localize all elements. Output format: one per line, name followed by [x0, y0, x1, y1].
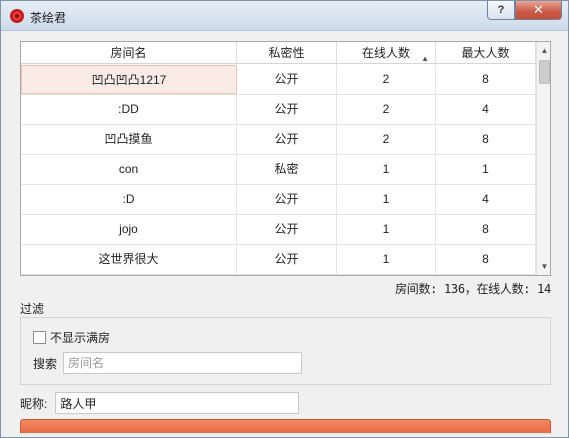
table-row[interactable]: 凹凸摸鱼 公开 2 8 — [21, 125, 536, 155]
scrollbar-thumb[interactable] — [539, 60, 550, 84]
table-row[interactable]: :D 公开 1 4 — [21, 185, 536, 215]
main-window: 茶绘君 ? ✕ 房间名 私密性 在线人数 ▲ 最大人数 凹凸凹凸1217 公开 … — [0, 0, 569, 438]
cell-max: 8 — [436, 125, 536, 154]
title-bar[interactable]: 茶绘君 ? ✕ — [1, 1, 568, 31]
cell-room-name: 这世界很大 — [21, 245, 237, 274]
cell-room-name: jojo — [21, 215, 237, 244]
search-label: 搜索 — [33, 356, 58, 371]
cell-privacy: 公开 — [237, 65, 337, 94]
nickname-label: 昵称: — [20, 396, 48, 411]
cell-max: 4 — [436, 185, 536, 214]
app-icon — [10, 9, 24, 23]
column-header-room-name[interactable]: 房间名 — [21, 42, 237, 64]
search-input[interactable] — [63, 352, 303, 374]
cell-online: 1 — [337, 155, 436, 184]
cell-privacy: 公开 — [237, 215, 337, 244]
table-row[interactable]: :DD 公开 2 4 — [21, 95, 536, 125]
cell-online: 1 — [337, 245, 436, 274]
filter-group: 不显示满房 搜索 — [20, 317, 551, 385]
window-title: 茶绘君 — [30, 11, 67, 25]
column-header-max[interactable]: 最大人数 — [436, 42, 536, 64]
join-button[interactable] — [20, 419, 551, 433]
cell-room-name: 凹凸凹凸1217 — [21, 65, 237, 94]
help-button[interactable]: ? — [487, 1, 515, 20]
vertical-scrollbar[interactable]: ▲ ▼ — [536, 42, 550, 275]
table-row[interactable]: con 私密 1 1 — [21, 155, 536, 185]
cell-room-name: 凹凸摸鱼 — [21, 125, 237, 154]
hide-full-option[interactable]: 不显示满房 — [33, 329, 110, 346]
table-row[interactable]: 这世界很大 公开 1 8 — [21, 245, 536, 275]
cell-max: 8 — [436, 245, 536, 274]
cell-privacy: 公开 — [237, 125, 337, 154]
cell-room-name: con — [21, 155, 237, 184]
client-area: 房间名 私密性 在线人数 ▲ 最大人数 凹凸凹凸1217 公开 2 8 :DD … — [2, 32, 567, 437]
cell-max: 4 — [436, 95, 536, 124]
cell-room-name: :DD — [21, 95, 237, 124]
cell-online: 1 — [337, 215, 436, 244]
filter-label: 过滤 — [20, 302, 45, 316]
column-header-online[interactable]: 在线人数 ▲ — [337, 42, 436, 64]
hide-full-label: 不显示满房 — [50, 331, 111, 345]
table-row[interactable]: jojo 公开 1 8 — [21, 215, 536, 245]
close-button[interactable]: ✕ — [515, 1, 562, 20]
cell-max: 1 — [436, 155, 536, 184]
table-header: 房间名 私密性 在线人数 ▲ 最大人数 — [21, 42, 536, 64]
nickname-input[interactable] — [55, 392, 300, 414]
cell-max: 8 — [436, 215, 536, 244]
cell-max: 8 — [436, 65, 536, 94]
nickname-row: 昵称: — [20, 392, 300, 414]
cell-online: 2 — [337, 95, 436, 124]
room-table: 房间名 私密性 在线人数 ▲ 最大人数 凹凸凹凸1217 公开 2 8 :DD … — [20, 41, 551, 276]
room-stats: 房间数: 136，在线人数: 14 — [395, 282, 551, 296]
cell-online: 1 — [337, 185, 436, 214]
column-header-online-label: 在线人数 — [361, 46, 410, 60]
cell-online: 2 — [337, 65, 436, 94]
cell-privacy: 公开 — [237, 95, 337, 124]
table-body: 凹凸凹凸1217 公开 2 8 :DD 公开 2 4 凹凸摸鱼 公开 2 8 c… — [21, 65, 536, 275]
cell-room-name: :D — [21, 185, 237, 214]
scroll-down-icon[interactable]: ▼ — [537, 258, 550, 275]
table-row[interactable]: 凹凸凹凸1217 公开 2 8 — [21, 65, 536, 95]
cell-privacy: 公开 — [237, 185, 337, 214]
cell-privacy: 公开 — [237, 245, 337, 274]
search-row: 搜索 — [33, 352, 303, 374]
cell-privacy: 私密 — [237, 155, 337, 184]
cell-online: 2 — [337, 125, 436, 154]
column-header-privacy[interactable]: 私密性 — [237, 42, 337, 64]
scroll-up-icon[interactable]: ▲ — [537, 42, 550, 59]
hide-full-checkbox[interactable] — [33, 331, 46, 344]
